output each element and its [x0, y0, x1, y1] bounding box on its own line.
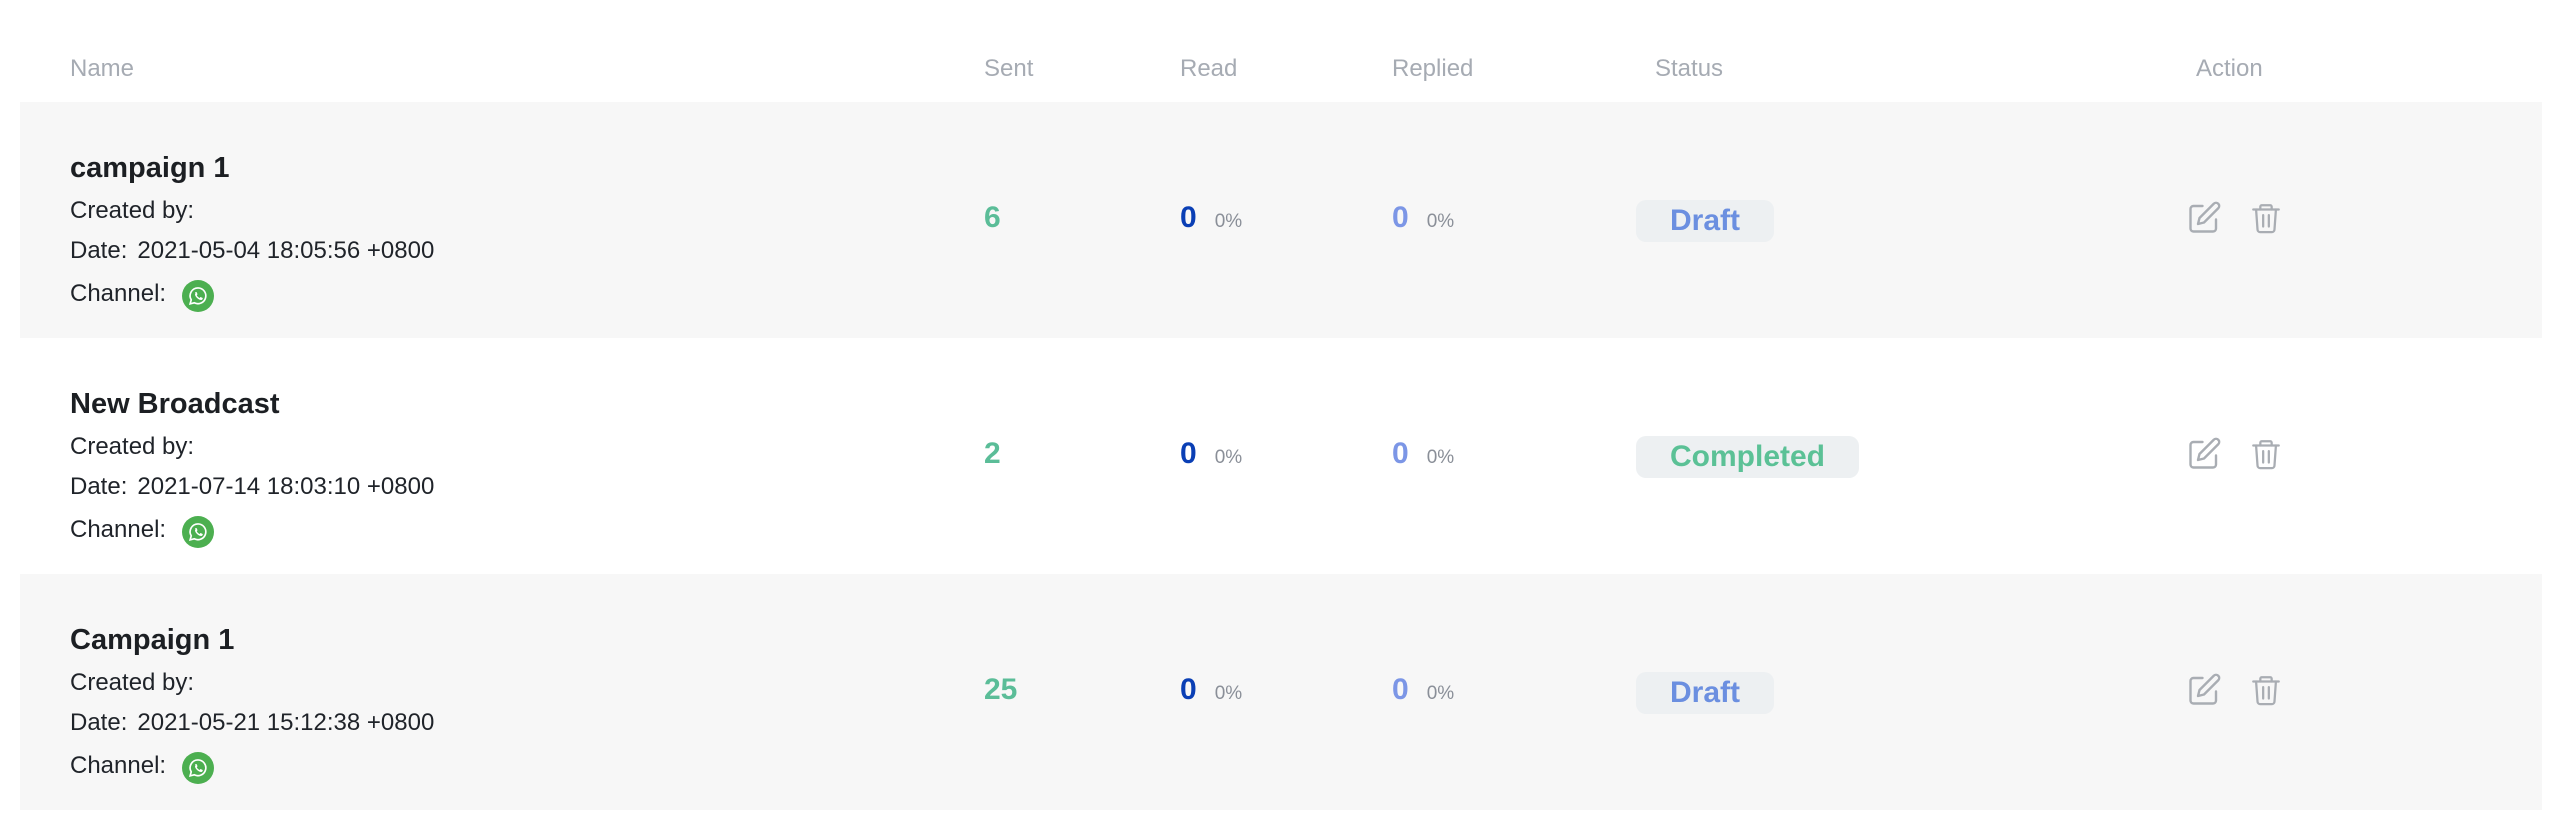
date-label: Date: [70, 473, 128, 500]
sent-cell: 2 [984, 436, 1001, 472]
read-percent: 0% [1214, 683, 1243, 704]
replied-count: 0 [1392, 437, 1409, 470]
replied-percent: 0% [1426, 211, 1455, 232]
channel-label: Channel: [70, 752, 167, 779]
created-by-label: Created by: [70, 669, 195, 696]
date-line: Date: 2021-05-04 18:05:56 +0800 [70, 236, 434, 266]
replied-cell: 0 0% [1392, 200, 1454, 236]
row-actions [2184, 198, 2286, 238]
campaign-name[interactable]: Campaign 1 [70, 622, 434, 658]
channel-label: Channel: [70, 516, 167, 543]
column-header-sent[interactable]: Sent [984, 54, 1033, 84]
read-percent: 0% [1214, 211, 1243, 232]
column-header-status[interactable]: Status [1655, 54, 1723, 84]
channel-line: Channel: [70, 748, 434, 784]
replied-cell: 0 0% [1392, 436, 1454, 472]
table-row[interactable]: New Broadcast Created by: Date: 2021-07-… [20, 338, 2542, 574]
column-header-action: Action [2196, 55, 2263, 82]
table-row[interactable]: campaign 1 Created by: Date: 2021-05-04 … [20, 102, 2542, 338]
replied-percent: 0% [1426, 447, 1455, 468]
read-percent: 0% [1214, 447, 1243, 468]
edit-button[interactable] [2184, 198, 2224, 238]
sent-cell: 6 [984, 200, 1001, 236]
trash-icon [2252, 676, 2280, 706]
sent-count: 25 [984, 673, 1018, 706]
sent-count: 6 [984, 201, 1001, 234]
created-by-line: Created by: [70, 432, 434, 462]
row-name-cell: New Broadcast Created by: Date: 2021-07-… [70, 386, 434, 548]
date-value: 2021-05-21 15:12:38 +0800 [137, 709, 435, 736]
replied-count: 0 [1392, 201, 1409, 234]
edit-icon [2189, 437, 2221, 469]
replied-percent: 0% [1426, 683, 1455, 704]
row-actions [2184, 670, 2286, 710]
read-count: 0 [1180, 437, 1197, 470]
row-actions [2184, 434, 2286, 474]
table-row[interactable]: Campaign 1 Created by: Date: 2021-05-21 … [20, 574, 2542, 810]
created-by-line: Created by: [70, 196, 434, 226]
row-name-cell: campaign 1 Created by: Date: 2021-05-04 … [70, 150, 434, 312]
trash-icon [2252, 440, 2280, 470]
column-header-replied[interactable]: Replied [1392, 54, 1473, 84]
date-value: 2021-07-14 18:03:10 +0800 [137, 473, 435, 500]
campaign-name[interactable]: campaign 1 [70, 150, 434, 186]
sent-cell: 25 [984, 672, 1017, 708]
date-label: Date: [70, 709, 128, 736]
delete-button[interactable] [2246, 434, 2286, 474]
table-header: Name Sent Read Replied Status Action [0, 0, 2560, 102]
status-badge: Draft [1636, 200, 1775, 242]
created-by-line: Created by: [70, 668, 434, 698]
whatsapp-icon [182, 516, 215, 548]
read-count: 0 [1180, 673, 1197, 706]
sent-count: 2 [984, 437, 1001, 470]
read-cell: 0 0% [1180, 672, 1242, 708]
date-value: 2021-05-04 18:05:56 +0800 [137, 237, 435, 264]
delete-button[interactable] [2246, 198, 2286, 238]
column-header-name[interactable]: Name [70, 54, 134, 84]
created-by-label: Created by: [70, 197, 195, 224]
replied-cell: 0 0% [1392, 672, 1454, 708]
campaign-table: Name Sent Read Replied Status Action cam… [0, 0, 2560, 830]
date-line: Date: 2021-07-14 18:03:10 +0800 [70, 472, 434, 502]
replied-count: 0 [1392, 673, 1409, 706]
read-cell: 0 0% [1180, 436, 1242, 472]
whatsapp-icon [182, 752, 215, 784]
column-header-read[interactable]: Read [1180, 54, 1237, 84]
whatsapp-icon [182, 280, 215, 312]
channel-line: Channel: [70, 276, 434, 312]
row-name-cell: Campaign 1 Created by: Date: 2021-05-21 … [70, 622, 434, 784]
channel-label: Channel: [70, 280, 167, 307]
edit-button[interactable] [2184, 670, 2224, 710]
delete-button[interactable] [2246, 670, 2286, 710]
campaign-name[interactable]: New Broadcast [70, 386, 434, 422]
edit-icon [2189, 673, 2221, 705]
trash-icon [2252, 204, 2280, 234]
status-badge: Completed [1636, 436, 1860, 478]
read-cell: 0 0% [1180, 200, 1242, 236]
edit-icon [2189, 201, 2221, 233]
date-label: Date: [70, 237, 128, 264]
read-count: 0 [1180, 201, 1197, 234]
status-badge: Draft [1636, 672, 1775, 714]
date-line: Date: 2021-05-21 15:12:38 +0800 [70, 708, 434, 738]
channel-line: Channel: [70, 512, 434, 548]
created-by-label: Created by: [70, 433, 195, 460]
edit-button[interactable] [2184, 434, 2224, 474]
